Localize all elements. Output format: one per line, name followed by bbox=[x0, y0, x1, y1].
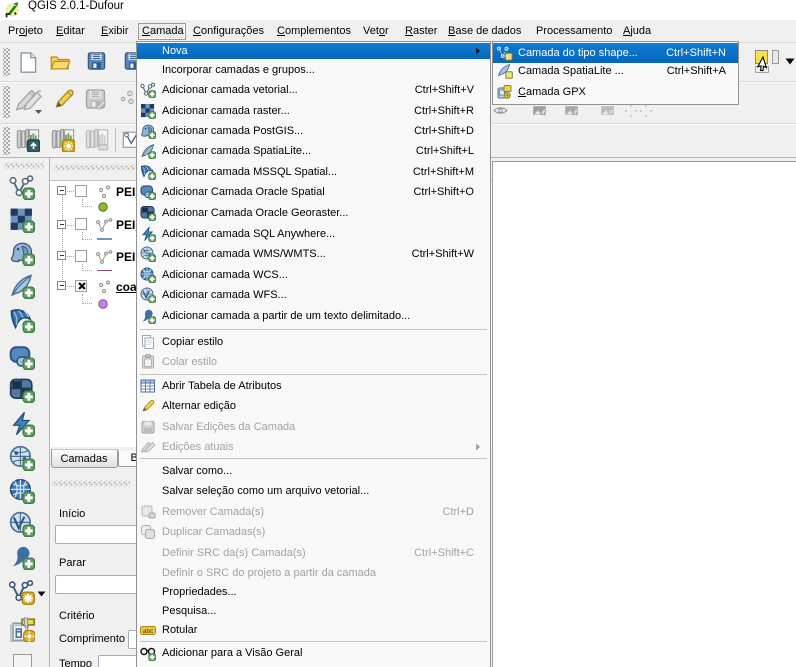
svg-text:abc: abc bbox=[143, 628, 154, 635]
